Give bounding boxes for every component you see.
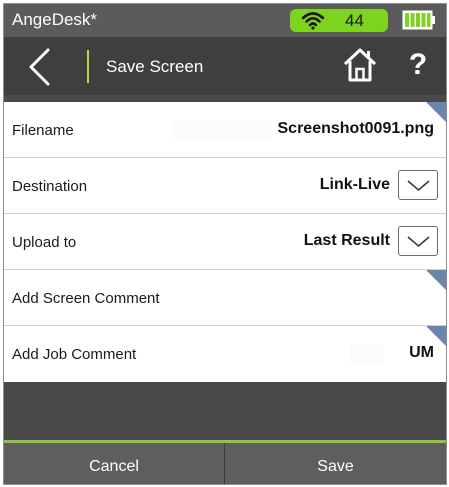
destination-row[interactable]: Destination Link-Live: [4, 158, 446, 214]
screen-comment-label: Add Screen Comment: [12, 290, 160, 307]
battery-icon: [402, 10, 435, 30]
job-comment-value: UM: [409, 344, 434, 361]
filename-row[interactable]: Filename Screenshot0091.png: [4, 102, 446, 158]
upload-to-label: Upload to: [12, 234, 77, 251]
destination-label: Destination: [12, 178, 88, 195]
job-comment-row[interactable]: Add Job Comment UM: [4, 326, 446, 382]
filename-label: Filename: [12, 122, 74, 139]
app-title: AngeDesk*: [12, 10, 98, 29]
footer-bar: Cancel Save: [4, 440, 446, 484]
status-bar: AngeDesk* 44: [4, 4, 446, 37]
job-comment-label: Add Job Comment: [12, 346, 137, 363]
device-screen: AngeDesk* 44 Save Screen ? Filename Scre…: [3, 3, 447, 485]
header-divider: [87, 50, 89, 83]
filename-input-area: [172, 121, 272, 139]
wifi-icon: [302, 12, 324, 30]
content-area: Filename Screenshot0091.png Destination …: [4, 95, 446, 440]
cancel-button[interactable]: Cancel: [4, 443, 225, 484]
edit-corner-icon: [426, 270, 446, 290]
destination-dropdown[interactable]: [398, 170, 438, 200]
save-form: Filename Screenshot0091.png Destination …: [4, 102, 446, 382]
home-icon[interactable]: [342, 47, 378, 83]
save-button[interactable]: Save: [225, 443, 446, 484]
wifi-level-value: 44: [345, 11, 364, 30]
wifi-status-pill[interactable]: 44: [290, 9, 388, 32]
upload-to-row[interactable]: Upload to Last Result: [4, 214, 446, 270]
screen-comment-row[interactable]: Add Screen Comment: [4, 270, 446, 326]
filename-value: Screenshot0091.png: [277, 120, 435, 137]
edit-corner-icon: [426, 102, 446, 122]
chevron-down-icon: [407, 236, 430, 248]
help-button[interactable]: ?: [404, 46, 432, 84]
job-comment-input-area: [350, 345, 384, 363]
header-bar: Save Screen ?: [4, 37, 446, 95]
edit-corner-icon: [426, 326, 446, 346]
upload-to-dropdown[interactable]: [398, 226, 438, 256]
upload-to-value: Last Result: [303, 232, 390, 249]
page-title: Save Screen: [106, 57, 204, 76]
chevron-down-icon: [407, 180, 430, 192]
destination-value: Link-Live: [319, 176, 390, 193]
chevron-left-icon[interactable]: [22, 47, 56, 87]
